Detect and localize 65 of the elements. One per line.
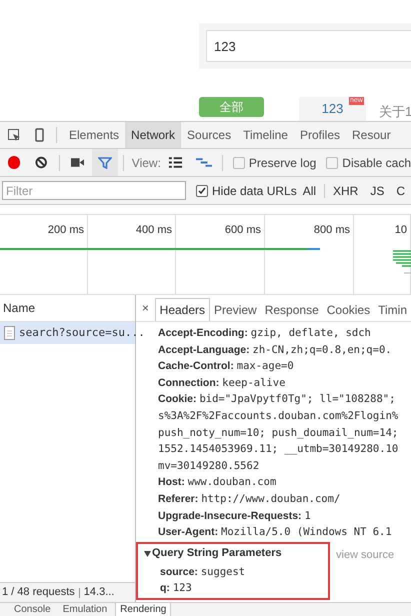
hide-data-urls-label: Hide data URLs [212,182,297,200]
type-filter[interactable]: All [296,182,322,200]
check-icon [198,186,206,194]
header-line: push_noty_num=10; push_doumail_num=14; [158,426,400,441]
drawer-tab[interactable]: Emulation [58,603,112,616]
detail-tab[interactable]: Preview [210,298,261,321]
devtools-tab[interactable]: Resour [346,122,397,148]
devtools-tab[interactable]: Elements [63,122,126,148]
header-line: Accept-Encoding: gzip, deflate, sdch [158,326,372,341]
detail-tab[interactable]: Timin [374,298,411,321]
list-view-icon[interactable] [168,157,182,168]
header-line: Host: www.douban.com [158,475,278,490]
drawer-tab[interactable]: Console [10,603,55,616]
camera-icon[interactable] [70,158,84,167]
header-line: Accept-Language: zh-CN,zh;q=0.8,en;q=0. [158,342,393,358]
close-button[interactable]: × [136,295,155,321]
header-line: mv=30149280.5562 [158,458,260,474]
detail-tab[interactable]: Headers [154,298,210,321]
devtools-tab[interactable]: Timeline [237,122,294,148]
header-line: 1552.1454053969.11; __utmb=30149280.10 [158,442,400,458]
header-line: Cookie: bid="JpaVpytf0Tg"; ll="108288"; [158,392,396,408]
timeline-tick: 800 ms [314,223,350,238]
section-title: Query String Parameters [152,546,282,562]
filter-field[interactable]: Filter [2,181,186,200]
drawer-tab[interactable]: Rendering [115,603,172,616]
document-icon [4,326,15,340]
checkbox[interactable] [196,184,208,196]
inspect-icon[interactable] [8,128,21,142]
type-filter[interactable]: JS [364,182,390,200]
search-field[interactable]: 123 [206,30,411,62]
clear-icon[interactable] [35,156,48,169]
checkbox[interactable] [326,156,338,168]
waterfall-icon[interactable] [196,158,212,167]
type-filter[interactable]: C [390,182,411,200]
header-line: User-Agent: Mozilla/5.0 (Windows NT 6.1 [158,525,393,540]
devtools-tab[interactable]: Profiles [294,122,346,148]
timeline-tick: 600 ms [224,223,261,238]
device-icon[interactable] [35,128,44,142]
detail-tab[interactable]: Cookies [322,298,374,321]
header-line: Referer: http://www.douban.com/ [158,492,342,507]
header-line: Connection: keep-alive [158,376,286,391]
header-line: s%3A%2F%2Faccounts.douban.com%2Flogin% [158,408,400,424]
request-name: search?source=su... [19,324,145,341]
devtools-tab[interactable]: Sources [181,122,238,148]
type-filter[interactable]: XHR [326,182,364,200]
timeline-tick: 400 ms [136,223,172,238]
query-param: source: suggest [159,564,246,580]
expand-triangle-icon[interactable] [144,550,151,557]
disable-cache-label: Disable cach [342,154,411,172]
filter-toggle[interactable] [92,149,118,176]
record-button[interactable] [8,156,20,169]
preserve-log-label: Preserve log [248,154,316,172]
request-count: 1 / 48 requests [2,585,75,600]
header-line: Cache-Control: max-age=0 [158,359,295,374]
view-label: View: [132,154,161,172]
timeline-tick: 10 [394,223,407,238]
detail-tab[interactable]: Response [260,298,323,321]
funnel-icon [98,156,112,168]
timeline-tick: 200 ms [48,223,84,238]
header-line: Upgrade-Insecure-Requests: 1 [158,508,312,524]
request-bars-icon [393,250,411,276]
transfer-size: 14.3... [84,585,114,600]
checkbox[interactable] [233,156,245,168]
devtools-tab[interactable]: Network [125,122,182,148]
query-param: q: 123 [159,580,193,596]
